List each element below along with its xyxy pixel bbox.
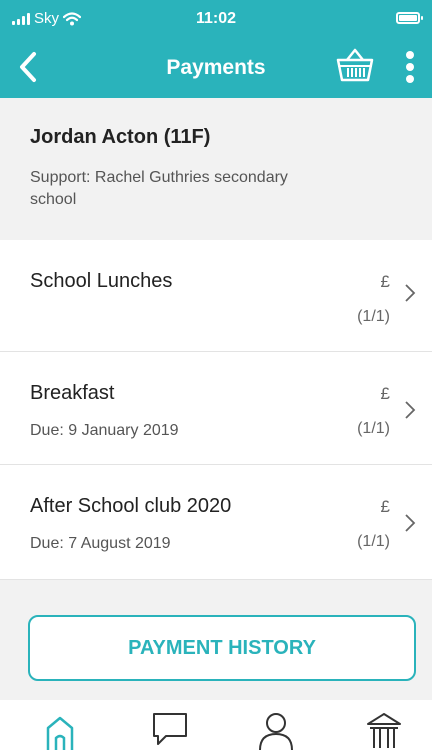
payment-row[interactable]: School Lunches £ (1/1) bbox=[0, 240, 432, 352]
status-time: 11:02 bbox=[195, 10, 237, 27]
chat-icon[interactable] bbox=[150, 710, 190, 750]
chevron-right-icon bbox=[405, 401, 416, 419]
basket-icon[interactable] bbox=[334, 46, 376, 86]
payment-currency: £ bbox=[380, 272, 390, 291]
payment-history-button[interactable]: PAYMENT HISTORY bbox=[28, 615, 416, 681]
student-name: Jordan Acton (11F) bbox=[30, 126, 211, 148]
payment-due: Due: 7 August 2019 bbox=[30, 535, 171, 552]
status-bar: Sky 11:02 bbox=[0, 0, 432, 36]
battery-icon bbox=[396, 12, 423, 24]
student-support: Support: Rachel Guthries secondary schoo… bbox=[30, 169, 288, 208]
payment-count: (1/1) bbox=[357, 533, 390, 550]
chevron-right-icon bbox=[405, 284, 416, 302]
payment-count: (1/1) bbox=[357, 420, 390, 437]
nav-bar: Payments bbox=[0, 36, 432, 98]
payment-currency: £ bbox=[380, 497, 390, 516]
payment-title: After School club 2020 bbox=[30, 495, 232, 517]
bank-icon[interactable] bbox=[364, 710, 404, 750]
payment-title: Breakfast bbox=[30, 382, 115, 404]
student-header: Jordan Acton (11F) Support: Rachel Guthr… bbox=[0, 98, 432, 240]
profile-icon[interactable] bbox=[256, 710, 296, 750]
payment-row[interactable]: Breakfast Due: 9 January 2019 £ (1/1) bbox=[0, 352, 432, 465]
tab-bar bbox=[0, 700, 432, 756]
payment-title: School Lunches bbox=[30, 270, 173, 292]
payment-due: Due: 9 January 2019 bbox=[30, 422, 179, 439]
chevron-right-icon bbox=[405, 514, 416, 532]
home-icon[interactable] bbox=[40, 710, 80, 750]
more-vertical-icon[interactable] bbox=[398, 48, 422, 86]
payment-row[interactable]: After School club 2020 Due: 7 August 201… bbox=[0, 465, 432, 580]
payment-count: (1/1) bbox=[357, 308, 390, 325]
payment-currency: £ bbox=[380, 384, 390, 403]
